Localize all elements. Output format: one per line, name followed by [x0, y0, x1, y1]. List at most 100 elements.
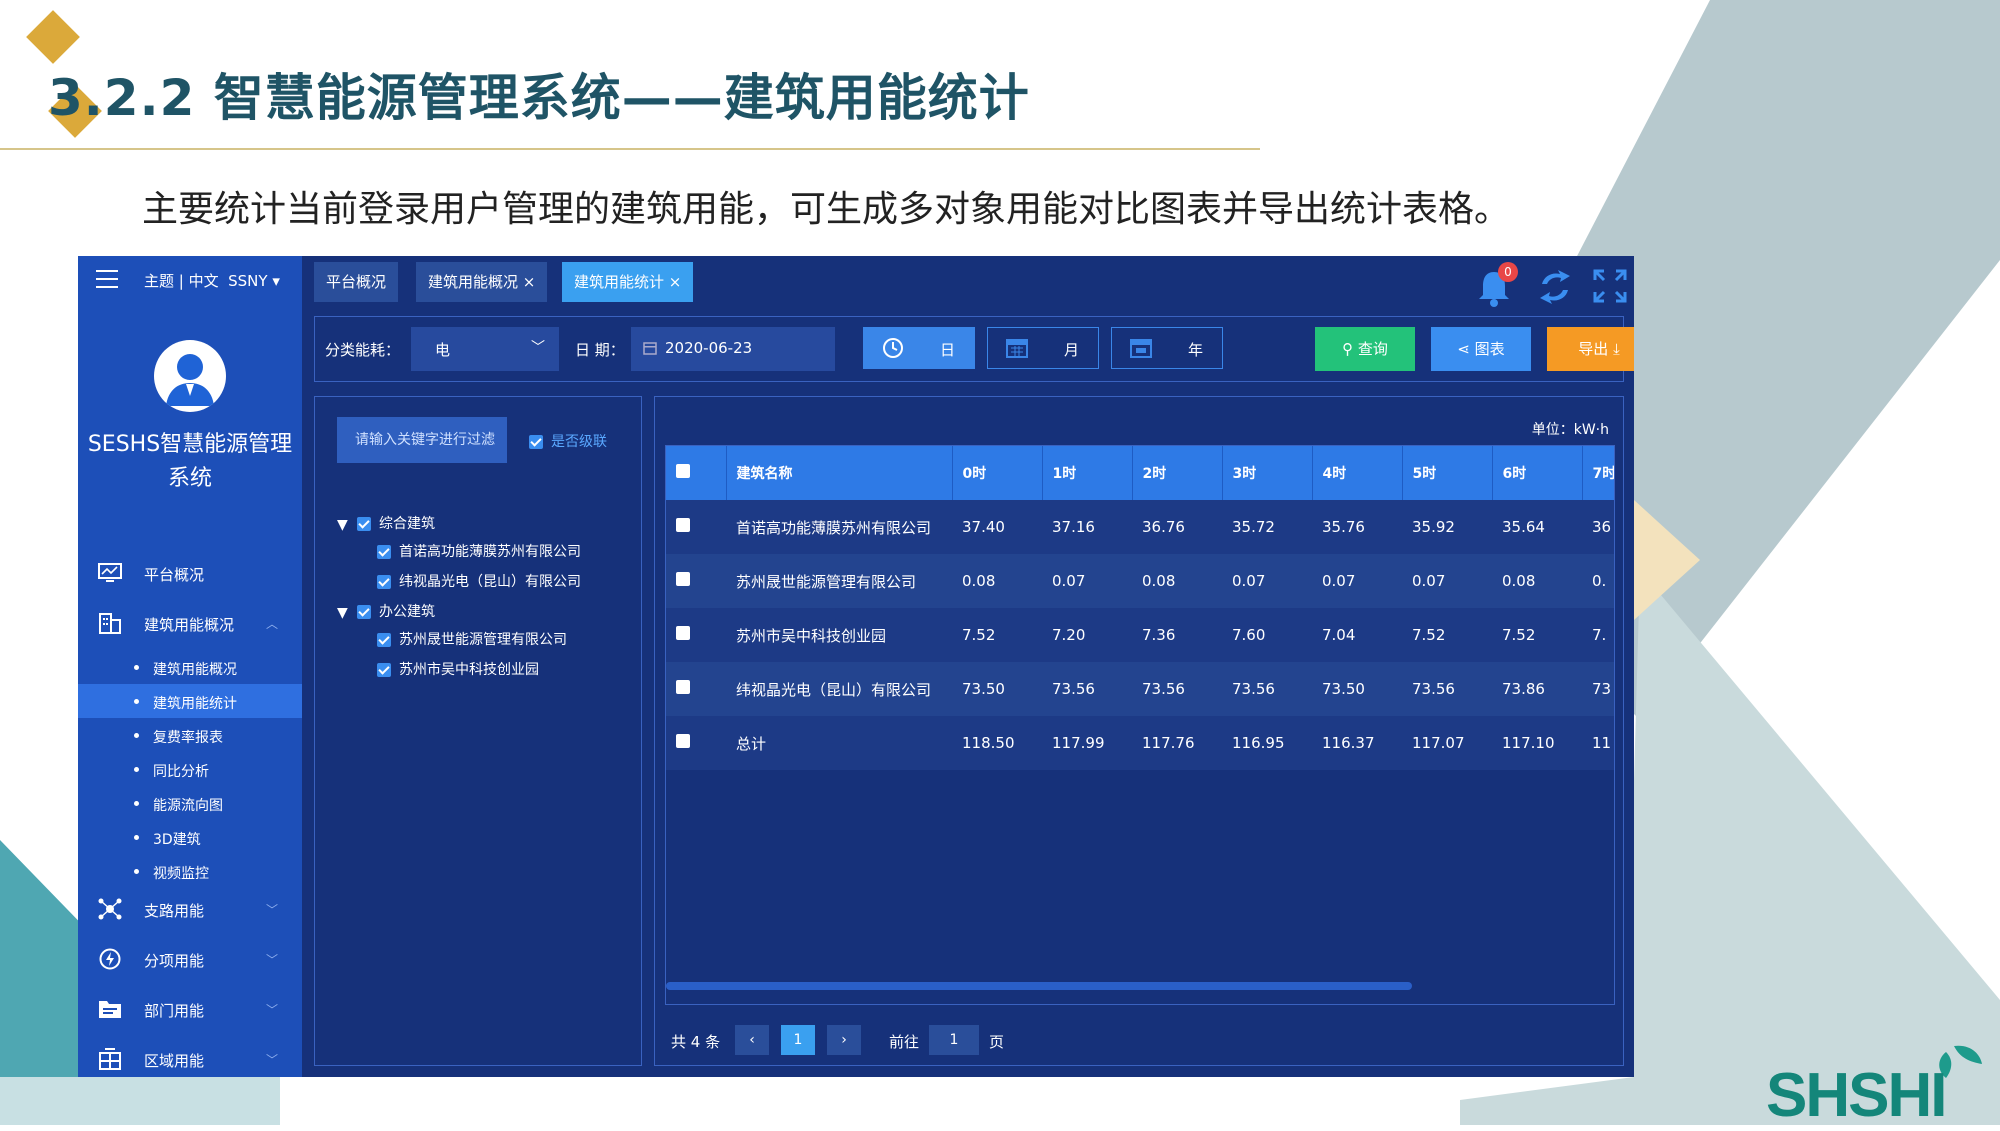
logo-text: SHSHI: [1766, 1061, 1947, 1130]
column-header[interactable]: 建筑名称: [726, 446, 953, 500]
tree-item-label[interactable]: 苏州市吴中科技创业园: [399, 659, 539, 679]
fullscreen-icon[interactable]: [1592, 268, 1628, 304]
column-header[interactable]: 0时: [952, 446, 1043, 500]
column-header[interactable]: 2时: [1132, 446, 1223, 500]
chart-button[interactable]: ⋖ 图表: [1431, 327, 1531, 371]
tree-group-label[interactable]: 办公建筑: [379, 601, 435, 621]
subnav-label: 建筑用能概况: [153, 662, 237, 678]
cell-value: 7.04: [1312, 608, 1402, 662]
cell-value: 73.56: [1402, 662, 1492, 716]
tree-checkbox[interactable]: [377, 633, 391, 647]
table-row: 苏州晟世能源管理有限公司 0.08 0.07 0.08 0.07 0.07 0.…: [666, 554, 1614, 608]
cell-value: 0.08: [952, 554, 1042, 608]
notification-badge: 0: [1498, 262, 1518, 282]
subnav-label: 同比分析: [153, 764, 209, 780]
period-month-button[interactable]: 月: [987, 327, 1099, 369]
nav-item-branch-energy[interactable]: 支路用能 ﹀: [78, 892, 302, 926]
pager-page-button[interactable]: 1: [781, 1025, 815, 1055]
theme-language-switch[interactable]: 主题 | 中文: [144, 272, 219, 290]
cell-value: 73.56: [1042, 662, 1132, 716]
statistics-table-panel: 单位：kW·h 建筑名称 0时 1时 2时 3时 4时 5时 6时 7时 首诺高…: [654, 396, 1624, 1066]
subnav-item-building-statistics[interactable]: 建筑用能统计: [78, 684, 302, 718]
query-button[interactable]: ⚲ 查询: [1315, 327, 1415, 371]
tree-group-label[interactable]: 综合建筑: [379, 513, 435, 533]
nav-item-platform-overview[interactable]: 平台概况: [78, 556, 302, 590]
user-avatar[interactable]: [154, 340, 226, 412]
calendar-year-icon: [1130, 339, 1152, 358]
tree-checkbox[interactable]: [377, 545, 391, 559]
select-all-cell[interactable]: [666, 446, 727, 500]
refresh-icon[interactable]: [1536, 268, 1574, 306]
category-select[interactable]: 电 ﹀: [411, 327, 559, 371]
cascade-label: 是否级联: [551, 434, 607, 450]
row-checkbox[interactable]: [676, 518, 690, 532]
pager-goto-label: 前往: [889, 1033, 920, 1051]
caret-down-icon[interactable]: ▼: [337, 517, 348, 533]
cell-value: 35.72: [1222, 500, 1312, 554]
query-label: 查询: [1357, 340, 1388, 358]
cell-value: 73.56: [1132, 662, 1222, 716]
cell-value: 118.50: [952, 716, 1042, 770]
pager-goto-input[interactable]: 1: [929, 1025, 979, 1055]
select-all-checkbox[interactable]: [676, 464, 690, 478]
subnav-item-video-monitor[interactable]: 视频监控: [78, 854, 302, 888]
date-picker[interactable]: 2020-06-23: [631, 327, 835, 371]
subnav-item-building-overview[interactable]: 建筑用能概况: [78, 650, 302, 684]
pager-prev-button[interactable]: ‹: [735, 1025, 769, 1055]
tree-checkbox[interactable]: [377, 663, 391, 677]
theme-language-user[interactable]: 主题 | 中文 SSNY ▾: [144, 270, 280, 291]
tree-checkbox[interactable]: [357, 517, 371, 531]
date-value: 2020-06-23: [665, 339, 753, 357]
nav-item-region-energy[interactable]: 区域用能 ﹀: [78, 1042, 302, 1076]
cell-value: 7.60: [1222, 608, 1312, 662]
column-header[interactable]: 7时: [1582, 446, 1614, 500]
column-header[interactable]: 5时: [1402, 446, 1493, 500]
cell-value: 7.52: [952, 608, 1042, 662]
table-header-row: 建筑名称 0时 1时 2时 3时 4时 5时 6时 7时: [666, 446, 1614, 500]
row-checkbox[interactable]: [676, 572, 690, 586]
chevron-down-icon: ﹀: [266, 903, 279, 917]
pager-next-button[interactable]: ›: [827, 1025, 861, 1055]
column-header[interactable]: 1时: [1042, 446, 1133, 500]
subnav-item-yoy-analysis[interactable]: 同比分析: [78, 752, 302, 786]
download-icon: ⤓: [1613, 340, 1620, 358]
subnav-item-3d-building[interactable]: 3D建筑: [78, 820, 302, 854]
tree-filter-input[interactable]: 请输入关键字进行过滤: [337, 417, 507, 463]
column-header[interactable]: 3时: [1222, 446, 1313, 500]
cell-value: 7.: [1582, 608, 1614, 662]
horizontal-scrollbar[interactable]: [666, 982, 1412, 990]
caret-down-icon[interactable]: ▼: [337, 605, 348, 621]
building-tree-panel: 请输入关键字进行过滤 是否级联 ▼ 综合建筑 首诺高功能薄膜苏州有限公司 纬视晶…: [314, 396, 642, 1066]
column-header[interactable]: 6时: [1492, 446, 1583, 500]
cascade-checkbox[interactable]: [529, 435, 543, 449]
column-header[interactable]: 4时: [1312, 446, 1403, 500]
tab-platform-overview[interactable]: 平台概况: [314, 262, 399, 302]
row-checkbox[interactable]: [676, 626, 690, 640]
row-checkbox[interactable]: [676, 680, 690, 694]
nav-item-building-energy[interactable]: 建筑用能概况 ︿: [78, 606, 302, 640]
clock-icon: [883, 338, 903, 358]
subnav-item-multi-rate-report[interactable]: 复费率报表: [78, 718, 302, 752]
tree-item-label[interactable]: 首诺高功能薄膜苏州有限公司: [399, 541, 581, 561]
hamburger-menu-icon[interactable]: [96, 270, 118, 288]
export-button[interactable]: 导出 ⤓: [1547, 327, 1634, 371]
row-checkbox[interactable]: [676, 734, 690, 748]
tab-building-statistics[interactable]: 建筑用能统计 ×: [562, 262, 694, 302]
user-menu[interactable]: SSNY ▾: [228, 272, 280, 290]
period-day-button[interactable]: 日: [863, 327, 975, 369]
bolt-icon: [99, 948, 121, 970]
period-year-button[interactable]: 年: [1111, 327, 1223, 369]
tree-item-label[interactable]: 纬视晶光电（昆山）有限公司: [399, 571, 581, 591]
tree-checkbox[interactable]: [377, 575, 391, 589]
nav-item-department-energy[interactable]: 部门用能 ﹀: [78, 992, 302, 1026]
tab-building-overview[interactable]: 建筑用能概况 ×: [416, 262, 548, 302]
cell-value: 36: [1582, 500, 1614, 554]
subnav-item-energy-flow[interactable]: 能源流向图: [78, 786, 302, 820]
region-icon: [99, 1048, 121, 1070]
tree-checkbox[interactable]: [357, 605, 371, 619]
chevron-down-icon: ﹀: [266, 1003, 279, 1017]
tree-item-label[interactable]: 苏州晟世能源管理有限公司: [399, 629, 567, 649]
nav-item-itemized-energy[interactable]: 分项用能 ﹀: [78, 942, 302, 976]
cell-value: 0.08: [1132, 554, 1222, 608]
cell-value: 117.99: [1042, 716, 1132, 770]
